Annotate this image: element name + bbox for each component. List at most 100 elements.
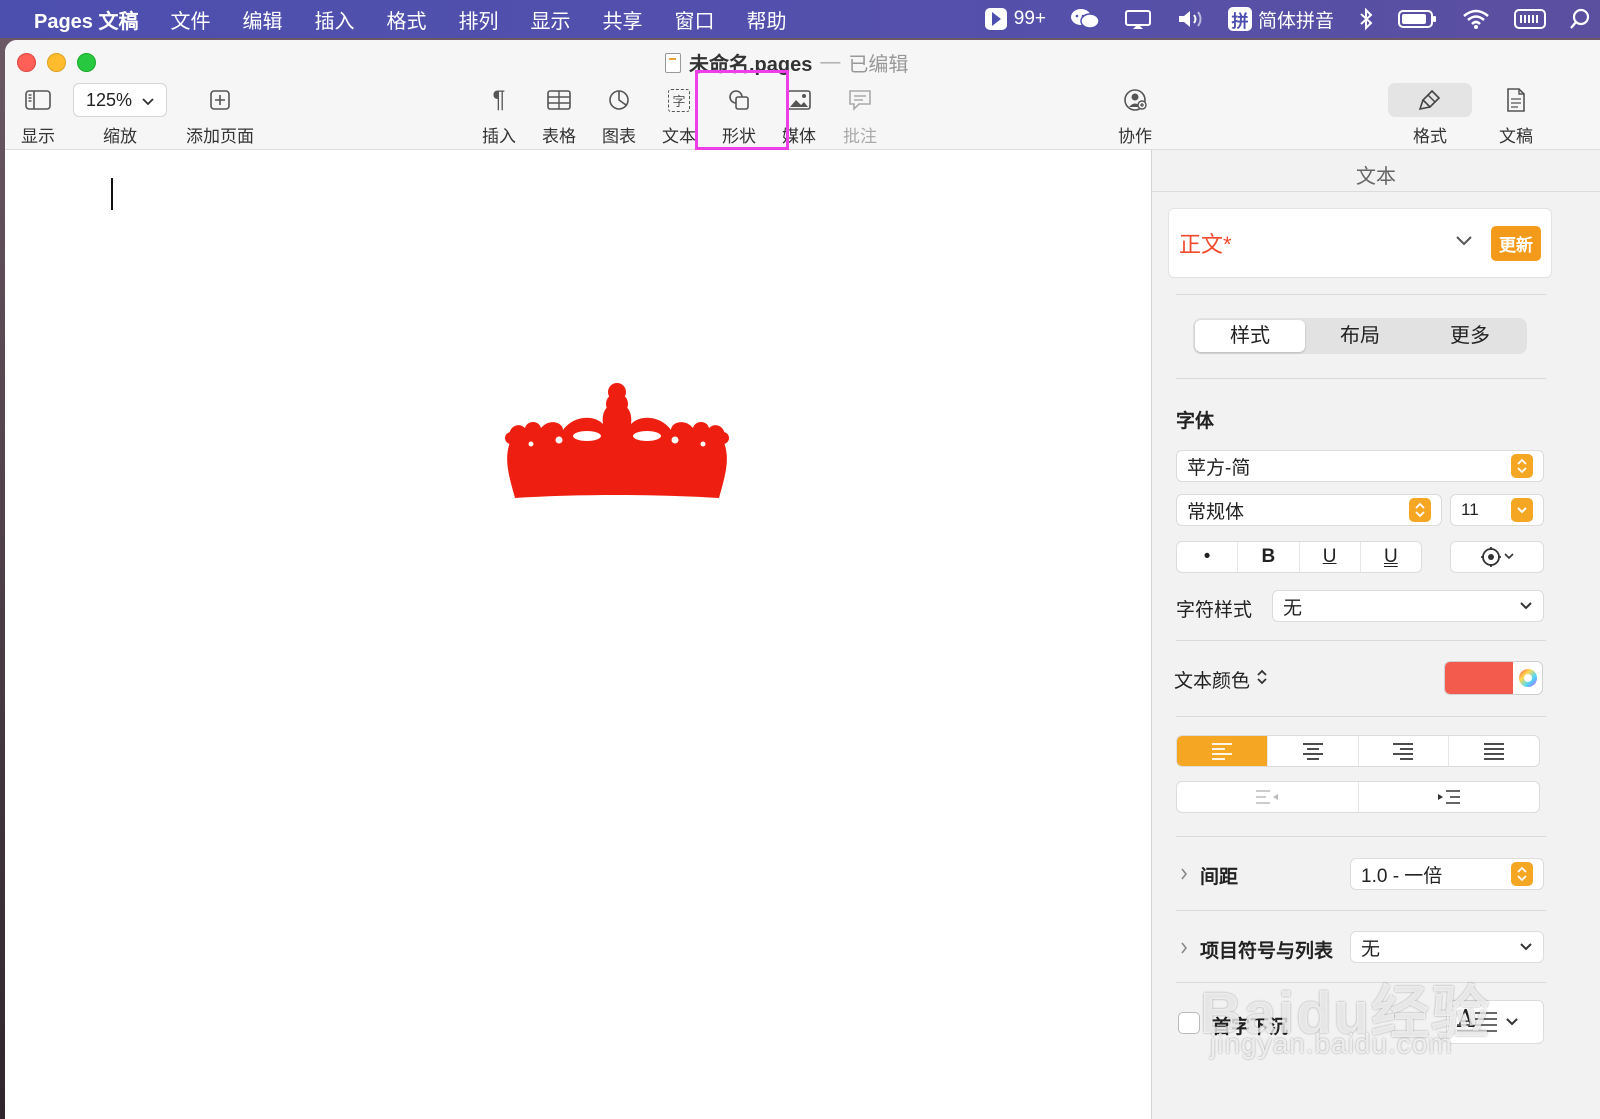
menu-bar: Pages 文稿 文件 编辑 插入 格式 排列 显示 共享 窗口 帮助 99+ … xyxy=(0,0,1600,38)
format-button[interactable]: 格式 xyxy=(1388,82,1472,147)
view-button[interactable]: 显示 xyxy=(21,82,55,147)
menu-help[interactable]: 帮助 xyxy=(730,5,802,34)
insert-button[interactable]: ¶ 插入 xyxy=(482,82,516,147)
color-wheel-icon[interactable] xyxy=(1513,662,1542,694)
dropcap-preview-icon: A xyxy=(1457,1005,1497,1037)
character-style-popup[interactable]: 无 xyxy=(1272,590,1544,622)
font-options-button[interactable]: • xyxy=(1177,542,1237,572)
comment-button[interactable]: 批注 xyxy=(843,82,877,147)
inspector-title: 文本 xyxy=(1152,150,1600,192)
table-button[interactable]: 表格 xyxy=(542,82,576,147)
menu-format[interactable]: 格式 xyxy=(370,5,442,34)
paragraph-style-name: 正文* xyxy=(1179,232,1232,257)
underline-button[interactable]: U xyxy=(1298,542,1360,572)
updown-arrows-icon xyxy=(1256,668,1268,692)
tab-style[interactable]: 样式 xyxy=(1195,320,1305,352)
keyboard-icon[interactable] xyxy=(1514,8,1546,30)
shape-button[interactable]: 形状 xyxy=(722,82,756,147)
collaborate-icon xyxy=(1122,82,1148,118)
add-page-button[interactable]: 添加页面 xyxy=(186,82,254,147)
document-canvas[interactable] xyxy=(5,150,1151,1119)
bullets-popup[interactable]: 无 xyxy=(1350,931,1544,963)
color-swatch[interactable] xyxy=(1445,662,1513,694)
media-button[interactable]: 媒体 xyxy=(782,82,816,147)
menu-window[interactable]: 窗口 xyxy=(658,5,730,34)
font-weight-value: 常规体 xyxy=(1187,501,1245,523)
bold-button[interactable]: B xyxy=(1237,542,1298,572)
spacing-popup[interactable]: 1.0 - 一倍 xyxy=(1350,858,1544,890)
wechat-icon[interactable] xyxy=(1070,7,1100,31)
volume-icon[interactable] xyxy=(1176,8,1204,30)
menu-view[interactable]: 显示 xyxy=(514,5,586,34)
status-area: 99+ 拼 简体拼音 xyxy=(984,6,1600,33)
decrease-indent-button[interactable] xyxy=(1177,782,1358,812)
zoom-button[interactable] xyxy=(77,53,96,72)
update-style-button[interactable]: 更新 xyxy=(1491,225,1541,261)
minimize-button[interactable] xyxy=(47,53,66,72)
input-method[interactable]: 拼 简体拼音 xyxy=(1227,6,1334,33)
align-center-button[interactable] xyxy=(1266,736,1358,766)
zoom-popup[interactable]: 125% xyxy=(73,83,167,117)
character-style-label: 字符样式 xyxy=(1176,600,1253,621)
zoom-control[interactable]: 125% 缩放 xyxy=(73,82,167,147)
document-title[interactable]: 未命名.pages — 已编辑 xyxy=(665,48,908,77)
dropcap-checkbox[interactable] xyxy=(1178,1012,1200,1034)
pilcrow-icon: ¶ xyxy=(492,86,506,113)
collaborate-button[interactable]: 协作 xyxy=(1118,82,1152,147)
updown-arrows-icon xyxy=(1511,454,1533,478)
text-color-well[interactable] xyxy=(1444,661,1543,695)
add-page-label: 添加页面 xyxy=(186,127,254,146)
menu-share[interactable]: 共享 xyxy=(586,5,658,34)
font-weight-popup[interactable]: 常规体 xyxy=(1176,494,1442,526)
align-right-button[interactable] xyxy=(1357,736,1449,766)
decrease-indent-icon xyxy=(1256,790,1279,804)
add-page-icon xyxy=(209,82,231,118)
alignment-buttons xyxy=(1176,735,1540,767)
align-left-icon xyxy=(1211,743,1232,760)
bullets-disclosure[interactable]: 项目符号与列表 xyxy=(1180,936,1333,963)
close-button[interactable] xyxy=(17,53,36,72)
notification-icon[interactable] xyxy=(1124,7,1152,31)
advanced-options-button[interactable] xyxy=(1450,541,1544,573)
menu-app-name[interactable]: Pages 文稿 xyxy=(34,5,154,34)
table-label: 表格 xyxy=(542,127,576,146)
menu-insert[interactable]: 插入 xyxy=(298,5,370,34)
justify-button[interactable] xyxy=(1448,736,1539,766)
document-button[interactable]: 文稿 xyxy=(1499,82,1533,147)
text-color-label: 文本颜色 xyxy=(1174,671,1251,692)
chart-button[interactable]: 图表 xyxy=(602,82,636,147)
battery-icon[interactable] xyxy=(1398,9,1438,29)
paragraph-style-popup[interactable]: 正文* 更新 xyxy=(1168,208,1552,278)
tab-layout[interactable]: 布局 xyxy=(1305,320,1415,352)
dropcap-style-popup[interactable]: A xyxy=(1446,1000,1544,1044)
search-icon[interactable] xyxy=(1570,8,1590,30)
gear-icon xyxy=(1451,542,1543,572)
spacing-disclosure[interactable]: 间距 xyxy=(1180,862,1238,889)
document-icon xyxy=(1506,82,1526,118)
divider xyxy=(1176,294,1546,295)
text-color-label-row[interactable]: 文本颜色 xyxy=(1174,666,1268,693)
tab-more[interactable]: 更多 xyxy=(1415,320,1525,352)
table-icon xyxy=(547,82,571,118)
paintbrush-icon xyxy=(1388,83,1472,117)
status-app-badge[interactable]: 99+ xyxy=(984,7,1046,31)
text-tabs: 样式 布局 更多 xyxy=(1193,318,1527,354)
comment-label: 批注 xyxy=(843,127,877,146)
font-family-popup[interactable]: 苹方-简 xyxy=(1176,450,1544,482)
font-size-field[interactable]: 11 xyxy=(1450,494,1544,526)
menu-edit[interactable]: 编辑 xyxy=(226,5,298,34)
text-box-button[interactable]: 字 文本 xyxy=(662,82,696,147)
zoom-label: 缩放 xyxy=(103,127,137,146)
crown-shape[interactable] xyxy=(497,380,737,510)
menu-arrange[interactable]: 排列 xyxy=(442,5,514,34)
font-size-value[interactable]: 11 xyxy=(1461,500,1511,520)
wifi-icon[interactable] xyxy=(1462,8,1490,30)
menu-file[interactable]: 文件 xyxy=(154,5,226,34)
align-left-button[interactable] xyxy=(1177,736,1267,766)
double-underline-button[interactable]: U xyxy=(1359,542,1421,572)
chevron-down-icon[interactable] xyxy=(1511,498,1533,522)
align-center-icon xyxy=(1302,743,1323,760)
collaborate-label: 协作 xyxy=(1118,127,1152,146)
increase-indent-button[interactable] xyxy=(1357,782,1540,812)
bluetooth-icon[interactable] xyxy=(1358,7,1374,31)
